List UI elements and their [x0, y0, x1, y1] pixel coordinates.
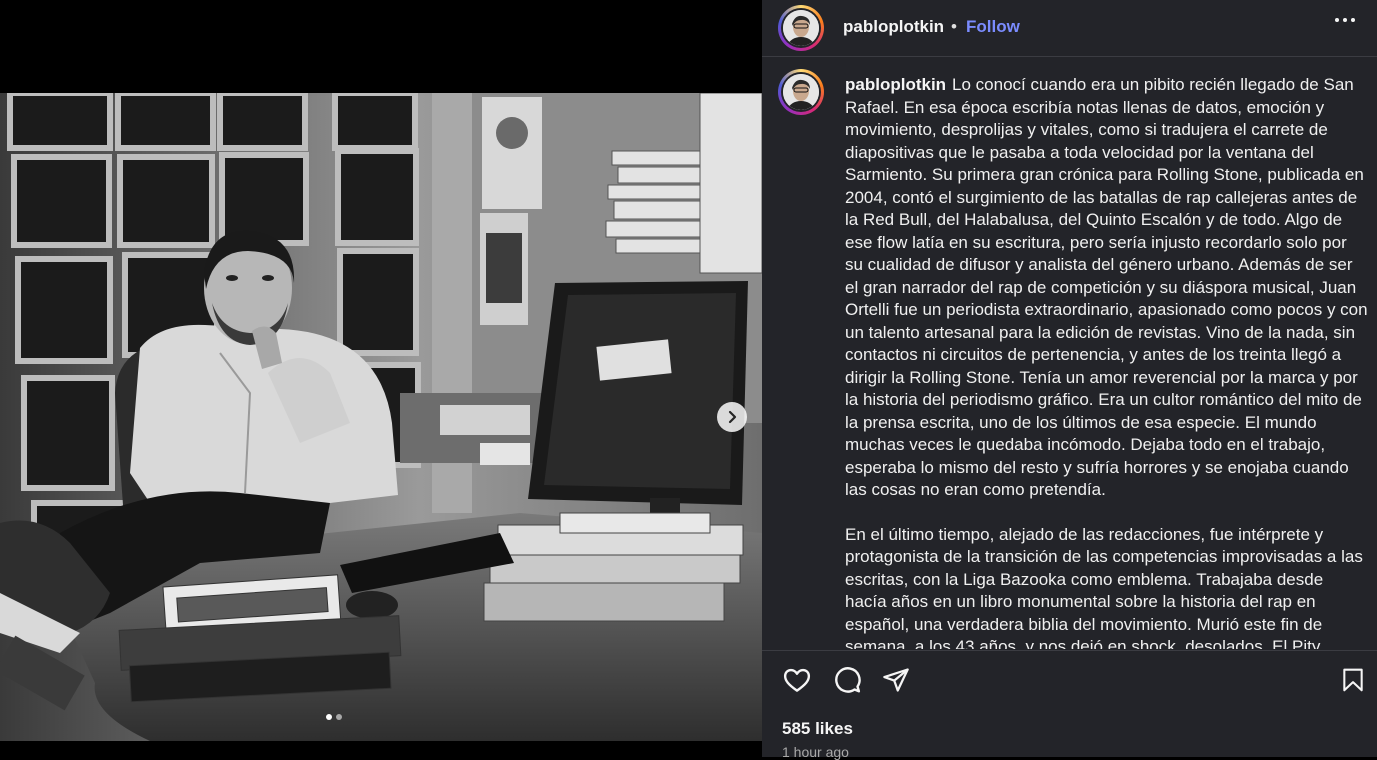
heart-icon[interactable]: [782, 665, 812, 695]
author-avatar[interactable]: [778, 5, 824, 51]
separator-dot: •: [951, 17, 957, 36]
post-side-panel: pabloplotkin • Follow pabloplotkin Lo con…: [762, 0, 1377, 760]
comment-icon[interactable]: [832, 665, 862, 695]
author-username[interactable]: pabloplotkin: [843, 17, 944, 37]
likes-count[interactable]: 585 likes: [782, 719, 853, 739]
post-media: [0, 0, 762, 757]
chevron-right-icon: [728, 410, 737, 424]
carousel-next-button[interactable]: [717, 402, 747, 432]
post-actions: 585 likes 1 hour ago: [762, 650, 1377, 760]
more-options-icon[interactable]: [1335, 18, 1355, 22]
bookmark-icon[interactable]: [1340, 665, 1366, 695]
comments-section[interactable]: pabloplotkin Lo conocí cuando era un pibi…: [762, 57, 1377, 649]
carousel-dot: [336, 714, 342, 720]
avatar-photo: [783, 10, 819, 46]
carousel-indicator: [326, 714, 342, 720]
caption-username[interactable]: pabloplotkin: [845, 75, 946, 94]
post-header: pabloplotkin • Follow: [762, 0, 1377, 57]
post-caption: pabloplotkin Lo conocí cuando era un pibi…: [845, 74, 1369, 649]
follow-button[interactable]: Follow: [966, 17, 1020, 37]
caption-author-avatar[interactable]: [778, 69, 824, 115]
carousel-dot-active: [326, 714, 332, 720]
office-photo-illustration: [0, 93, 762, 741]
post-photo[interactable]: [0, 93, 762, 741]
caption-paragraph: Lo conocí cuando era un pibito recién ll…: [845, 75, 1368, 499]
avatar-photo: [783, 74, 819, 110]
post-timestamp[interactable]: 1 hour ago: [782, 744, 849, 760]
caption-paragraph: En el último tiempo, alejado de las reda…: [845, 524, 1363, 650]
send-icon[interactable]: [882, 665, 910, 695]
